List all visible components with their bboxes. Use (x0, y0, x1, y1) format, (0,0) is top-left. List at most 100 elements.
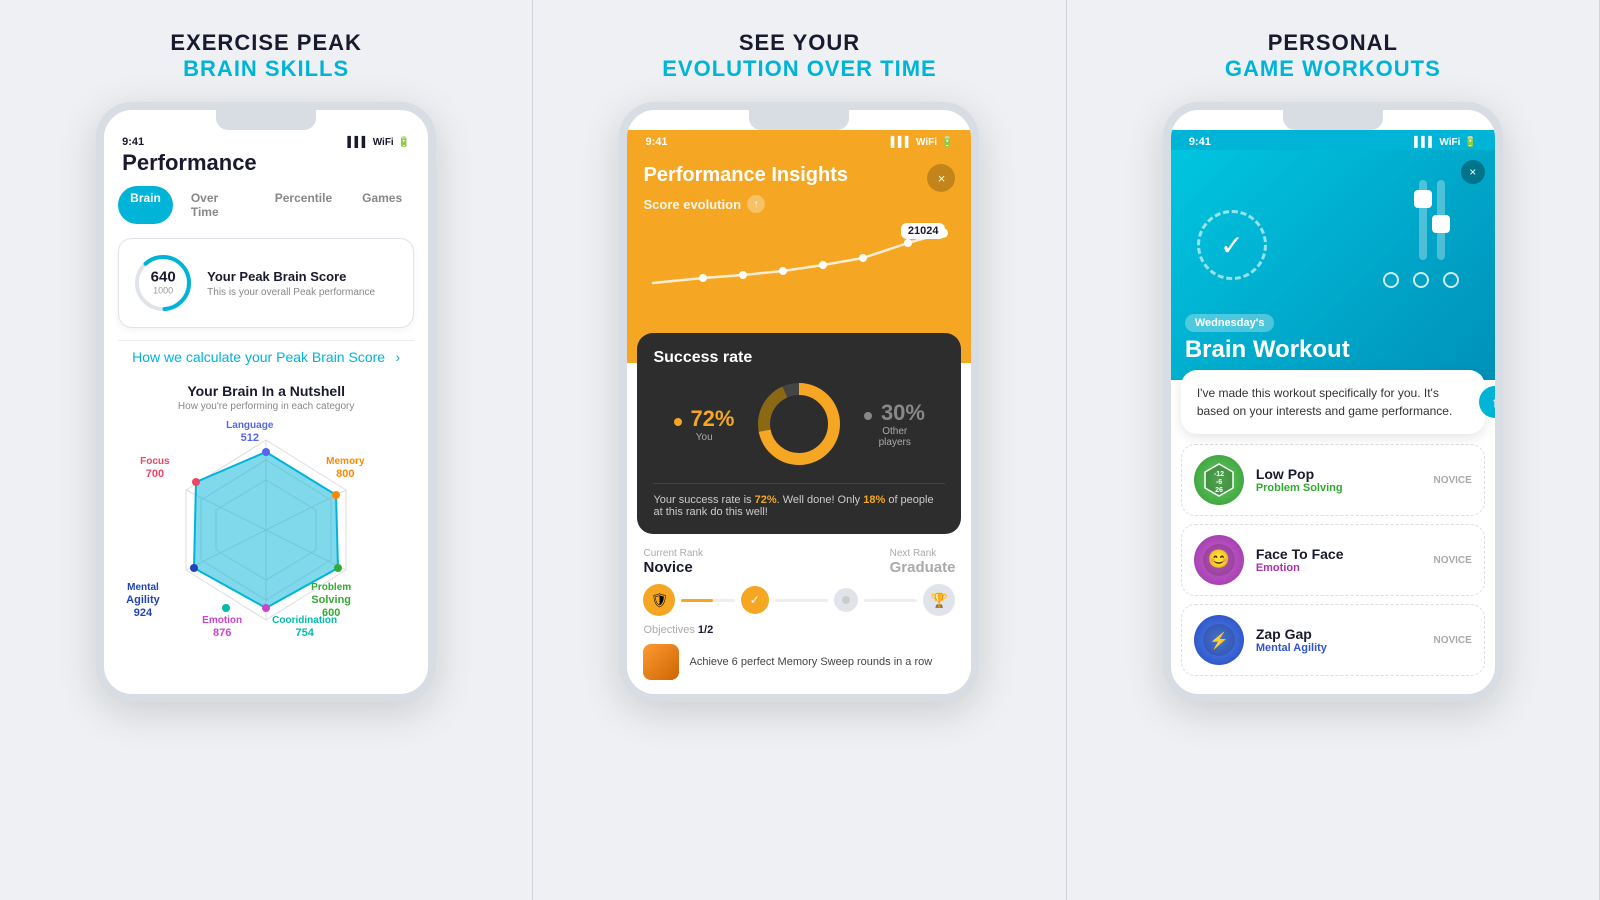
phone2-header: Performance Insights Score evolution ↑ ×… (627, 150, 971, 363)
game-icon-face-to-face: 😊 (1194, 535, 1244, 585)
game-name-face-to-face: Face To Face (1256, 546, 1422, 562)
next-rank-value: Graduate (890, 559, 956, 576)
label-mental-agility: MentalAgility924 (126, 582, 160, 620)
game-icon-zap-gap: ⚡ (1194, 615, 1244, 665)
performance-insights-title: Performance Insights (643, 164, 848, 187)
tab-overtime[interactable]: Over Time (179, 186, 257, 224)
phone3-header: × ✓ (1171, 150, 1495, 380)
others-label: Otherplayers (864, 426, 925, 448)
current-rank-label: Current Rank (643, 548, 702, 559)
rank-progress: 🛡 ✓ 🏆 (643, 584, 955, 616)
game-level-face-to-face: NOVICE (1433, 555, 1471, 566)
score-desc: This is your overall Peak performance (207, 287, 375, 298)
panel1-title-bottom: BRAIN SKILLS (170, 56, 362, 82)
nutshell-title: Your Brain In a Nutshell (118, 383, 414, 399)
panel-exercise-peak: EXERCISE PEAK BRAIN SKILLS 9:41 ▌▌▌ WiFi… (0, 0, 533, 900)
you-dot (674, 418, 682, 426)
others-pct: 30% (881, 400, 925, 425)
wifi-icon-3: WiFi (1439, 137, 1460, 148)
score-badge: 21024 (901, 223, 946, 239)
game-item-low-pop[interactable]: -12 -6 26 Low Pop Problem Solving NOVICE (1181, 444, 1485, 516)
phone-notch-3 (1283, 110, 1383, 130)
next-rank-label: Next Rank (890, 548, 956, 559)
game-level-low-pop: NOVICE (1433, 475, 1471, 486)
panel3-header: PERSONAL GAME WORKOUTS (1225, 30, 1441, 82)
label-coordination: Cooridination754 (272, 615, 337, 640)
objectives-value: 1/2 (698, 624, 713, 636)
you-pct: 72% (690, 406, 734, 431)
objective-item: Achieve 6 perfect Memory Sweep rounds in… (643, 636, 955, 680)
panel-game-workouts: PERSONAL GAME WORKOUTS 9:41 ▌▌▌ WiFi 🔋 × (1067, 0, 1600, 900)
next-rank-col: Next Rank Graduate (890, 548, 956, 576)
success-text-2: . Well done! Only (777, 494, 864, 506)
radio-1[interactable] (1383, 272, 1399, 288)
rank-section: Current Rank Novice Next Rank Graduate 🛡… (627, 534, 971, 694)
svg-text:26: 26 (1215, 487, 1223, 494)
tab-brain[interactable]: Brain (118, 186, 173, 224)
phone-2: 9:41 ▌▌▌ WiFi 🔋 Performance Insights Sco… (619, 102, 979, 702)
phone1-content: Performance Brain Over Time Percentile G… (104, 150, 428, 654)
chat-bubble: I've made this workout specifically for … (1181, 370, 1485, 434)
scroll-up-arrow[interactable]: ↑ (1479, 386, 1503, 418)
tab-bar: Brain Over Time Percentile Games (118, 186, 414, 224)
score-circle: 640 1000 (133, 253, 193, 313)
game-name-low-pop: Low Pop (1256, 466, 1422, 482)
performance-title: Performance (118, 150, 414, 176)
svg-text:😊: 😊 (1208, 549, 1230, 569)
wifi-icon-2: WiFi (916, 137, 937, 148)
score-card: 640 1000 Your Peak Brain Score This is y… (118, 238, 414, 328)
radio-2[interactable] (1413, 272, 1429, 288)
nutshell-sub: How you're performing in each category (118, 401, 414, 412)
phone-3: 9:41 ▌▌▌ WiFi 🔋 × (1163, 102, 1503, 702)
game-icon-low-pop: -12 -6 26 (1194, 455, 1244, 505)
score-link[interactable]: How we calculate your Peak Brain Score › (118, 340, 414, 373)
panel1-title-top: EXERCISE PEAK (170, 30, 362, 56)
panel-evolution: SEE YOUR EVOLUTION OVER TIME 9:41 ▌▌▌ Wi… (533, 0, 1066, 900)
status-bar-2: 9:41 ▌▌▌ WiFi 🔋 (627, 130, 971, 150)
phone-notch-1 (216, 110, 316, 130)
tab-percentile[interactable]: Percentile (263, 186, 344, 224)
success-title: Success rate (653, 349, 945, 367)
game-item-face-to-face[interactable]: 😊 Face To Face Emotion NOVICE (1181, 524, 1485, 596)
radio-row (1383, 272, 1459, 288)
chat-text: I've made this workout specifically for … (1197, 386, 1452, 418)
success-donut-row: 72% You 30% Otherplayers (653, 379, 945, 469)
score-evo-label: Score evolution (643, 197, 741, 212)
rank-line-fill (681, 599, 713, 602)
status-icons-1: ▌▌▌ WiFi 🔋 (347, 137, 410, 148)
signal-icon-3: ▌▌▌ (1414, 137, 1435, 148)
panel1-header: EXERCISE PEAK BRAIN SKILLS (170, 30, 362, 82)
close-insights-button[interactable]: × (927, 164, 955, 192)
evo-arrow-icon: ↑ (747, 195, 765, 213)
battery-icon: 🔋 (398, 137, 410, 148)
score-chart: 21024 (643, 223, 955, 303)
rank-icon-end: 🏆 (923, 584, 955, 616)
game-info-face-to-face: Face To Face Emotion (1256, 546, 1422, 574)
game-level-zap-gap: NOVICE (1433, 635, 1471, 646)
rank-check-icon: ✓ (741, 586, 769, 614)
status-time-1: 9:41 (122, 136, 144, 148)
tab-games[interactable]: Games (350, 186, 414, 224)
rank-dot (834, 588, 858, 612)
rank-icon-start: 🛡 (643, 584, 675, 616)
slider-2[interactable] (1437, 180, 1445, 260)
game-category-low-pop: Problem Solving (1256, 482, 1422, 494)
objective-desc: Achieve 6 perfect Memory Sweep rounds in… (689, 656, 932, 668)
slider-1[interactable] (1419, 180, 1427, 260)
status-time-2: 9:41 (645, 136, 667, 148)
radio-3[interactable] (1443, 272, 1459, 288)
rank-row: Current Rank Novice Next Rank Graduate (643, 548, 955, 576)
phone-notch-2 (749, 110, 849, 130)
wifi-icon: WiFi (373, 137, 394, 148)
game-list: -12 -6 26 Low Pop Problem Solving NOVICE… (1171, 434, 1495, 694)
panel2-title-bottom: EVOLUTION OVER TIME (662, 56, 936, 82)
label-memory: Memory800 (326, 456, 364, 481)
close-button[interactable]: × (1461, 160, 1485, 184)
panel2-title-top: SEE YOUR (662, 30, 936, 56)
success-card: Success rate 72% You 30% Otherplayers (637, 333, 961, 534)
success-stat-others: 30% Otherplayers (864, 400, 925, 448)
label-emotion: Emotion876 (202, 615, 242, 640)
game-item-zap-gap[interactable]: ⚡ Zap Gap Mental Agility NOVICE (1181, 604, 1485, 676)
score-number: 640 1000 (151, 269, 176, 295)
svg-text:-6: -6 (1216, 479, 1222, 486)
